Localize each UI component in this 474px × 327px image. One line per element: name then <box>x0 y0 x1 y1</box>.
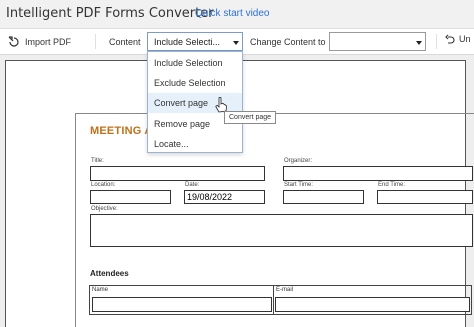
undo-label: Un <box>459 34 471 44</box>
title-bar: Intelligent PDF Forms Converter Quick st… <box>0 0 474 29</box>
undo-button[interactable]: Un <box>445 34 471 44</box>
import-pdf-label: Import PDF <box>25 36 72 47</box>
content-select-value: Include Selecti... <box>154 37 221 47</box>
menu-item-exclude-selection[interactable]: Exclude Selection <box>148 73 242 93</box>
undo-icon <box>445 34 455 44</box>
menu-item-convert-page[interactable]: Convert page <box>148 93 242 113</box>
title-field[interactable] <box>90 166 265 181</box>
start-time-label: Start Time: <box>284 182 314 188</box>
title-field-label: Title: <box>91 158 104 164</box>
menu-item-locate[interactable]: Locate... <box>148 134 242 154</box>
column-divider <box>273 286 274 314</box>
attendees-table: Name E-mail <box>89 285 472 315</box>
organizer-field[interactable] <box>283 166 473 181</box>
quick-start-link[interactable]: Quick start video <box>195 8 269 19</box>
table-header-email: E-mail <box>276 287 294 293</box>
organizer-field-label: Organizer: <box>284 158 313 164</box>
content-dropdown-menu: Include Selection Exclude Selection Conv… <box>147 51 243 153</box>
change-content-label: Change Content to <box>250 37 326 47</box>
table-header-name: Name <box>92 287 109 293</box>
app-window: Intelligent PDF Forms Converter Quick st… <box>0 0 474 327</box>
menu-item-include-selection[interactable]: Include Selection <box>148 53 242 73</box>
end-time-label: End Time: <box>378 182 406 188</box>
date-field-value: 19/08/2022 <box>187 192 233 202</box>
toolbar-divider <box>95 34 96 49</box>
content-select[interactable]: Include Selecti... <box>147 32 243 51</box>
location-field[interactable] <box>90 190 171 204</box>
import-icon <box>8 35 19 47</box>
end-time-field[interactable] <box>377 190 473 204</box>
objective-field-label: Objective: <box>91 206 118 212</box>
change-content-select[interactable] <box>329 32 426 51</box>
location-field-label: Location: <box>91 182 116 188</box>
start-time-field[interactable] <box>283 190 364 204</box>
tooltip: Convert page <box>224 111 277 124</box>
attendee-email-field[interactable] <box>275 297 470 312</box>
attendees-heading: Attendees <box>90 269 129 278</box>
import-pdf-button[interactable]: Import PDF <box>8 34 71 49</box>
objective-field[interactable] <box>90 214 473 247</box>
content-label: Content <box>109 37 141 47</box>
attendee-name-field[interactable] <box>92 297 272 312</box>
chevron-down-icon <box>416 41 422 45</box>
app-title: Intelligent PDF Forms Converter <box>6 6 214 21</box>
chevron-down-icon <box>233 41 239 45</box>
toolbar-divider <box>436 34 437 49</box>
date-field[interactable]: 19/08/2022 <box>184 190 265 204</box>
date-field-label: Date: <box>185 182 200 188</box>
